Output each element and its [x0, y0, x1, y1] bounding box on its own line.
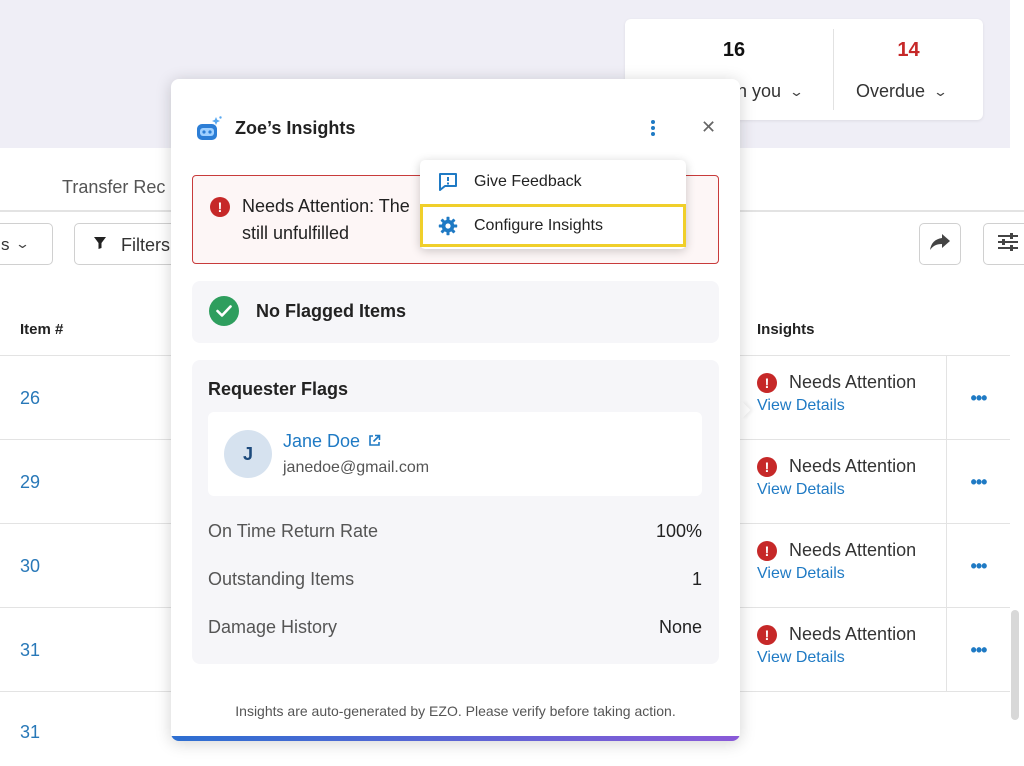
requester-name: Jane Doe: [283, 431, 361, 451]
robot-logo-icon: [195, 115, 223, 143]
tab-transfer-requests[interactable]: Transfer Rec: [62, 177, 165, 198]
more-options-icon[interactable]: •••: [946, 524, 1010, 608]
stat-overdue-dropdown[interactable]: Overdue ⌄: [856, 81, 949, 102]
filter-icon: [93, 236, 107, 253]
stat-label: Damage History: [208, 617, 338, 637]
view-details-link[interactable]: View Details: [757, 481, 916, 499]
chevron-down-icon: ⌄: [932, 83, 949, 99]
more-options-icon[interactable]: •••: [946, 608, 1010, 692]
close-icon[interactable]: ✕: [701, 117, 716, 138]
item-number-link[interactable]: 26: [20, 388, 40, 409]
requester-flags-card: Requester Flags J Jane Doe janedoe@gmail…: [192, 360, 719, 664]
chevron-down-icon: ⌄: [14, 236, 31, 251]
insight-status: Needs Attention: [789, 624, 917, 644]
alert-text: Needs Attention: The still unfulfilled: [242, 196, 410, 243]
stat-row-on-time: On Time Return Rate 100%: [208, 521, 702, 542]
alert-icon: !: [757, 456, 777, 477]
insights-options-menu: Give Feedback Configure Insights: [420, 160, 686, 249]
insight-status: Needs Attention: [789, 456, 917, 476]
scrollbar[interactable]: [1011, 610, 1019, 720]
menu-item-label: Configure Insights: [474, 216, 603, 234]
alert-icon: !: [210, 197, 230, 217]
alert-icon: !: [757, 540, 777, 561]
item-number-link[interactable]: 30: [20, 556, 40, 577]
insight-status: Needs Attention: [789, 372, 917, 392]
gear-icon: [438, 216, 458, 236]
stat-overdue-count: 14: [897, 39, 920, 61]
stat-label: Outstanding Items: [208, 569, 355, 589]
column-header-item[interactable]: Item #: [20, 321, 63, 338]
more-options-icon[interactable]: •••: [946, 440, 1010, 524]
feedback-icon: [438, 172, 458, 192]
item-number-link[interactable]: 31: [20, 640, 40, 661]
requester-email: janedoe@gmail.com: [283, 459, 430, 476]
alert-icon: !: [757, 624, 777, 645]
stat-value: 100%: [655, 521, 702, 541]
stat-row-outstanding: Outstanding Items 1: [208, 569, 702, 590]
chevron-down-icon: ⌄: [788, 83, 805, 99]
flagged-items-card: No Flagged Items: [192, 281, 719, 343]
panel-title: Zoe’s Insights: [235, 118, 356, 138]
external-link-icon: [368, 431, 381, 452]
stat-value: None: [658, 617, 702, 637]
insight-status: Needs Attention: [789, 540, 917, 560]
menu-item-give-feedback[interactable]: Give Feedback: [420, 160, 686, 203]
flagged-items-label: No Flagged Items: [256, 301, 407, 321]
view-details-link[interactable]: View Details: [757, 565, 916, 583]
item-number-link[interactable]: 31: [20, 722, 40, 743]
gradient-bar: [171, 736, 740, 741]
stat-overdue-label: Overdue: [856, 81, 926, 101]
more-options-icon[interactable]: •••: [946, 356, 1010, 440]
share-arrow-icon: [929, 233, 951, 256]
insights-cell: ! Needs Attention View Details: [757, 624, 916, 667]
stat-assigned-label: n you: [737, 81, 782, 101]
stat-assigned-dropdown[interactable]: n you ⌄: [737, 81, 805, 102]
requester-name-link[interactable]: Jane Doe: [283, 431, 381, 452]
stat-overdue[interactable]: 14 Overdue ⌄: [833, 29, 983, 110]
view-details-link[interactable]: View Details: [757, 649, 916, 667]
item-number-link[interactable]: 29: [20, 472, 40, 493]
kebab-menu-icon[interactable]: [647, 117, 659, 139]
stat-value: 1: [691, 569, 702, 589]
insights-cell: ! Needs Attention View Details: [757, 540, 916, 583]
requester-flags-title: Requester Flags: [208, 379, 349, 399]
menu-item-configure-insights[interactable]: Configure Insights: [420, 204, 686, 247]
filters-label: Filters: [121, 235, 170, 255]
alert-icon: !: [757, 372, 777, 393]
insights-cell: ! Needs Attention View Details: [757, 372, 916, 415]
view-dropdown-label: s: [1, 235, 10, 254]
stat-row-damage: Damage History None: [208, 617, 702, 638]
share-button[interactable]: [919, 223, 961, 265]
column-settings-button[interactable]: [983, 223, 1024, 265]
disclaimer-text: Insights are auto-generated by EZO. Plea…: [235, 703, 676, 719]
sliders-icon: [997, 232, 1019, 257]
stat-label: On Time Return Rate: [208, 521, 379, 541]
view-dropdown-button[interactable]: s ⌄: [0, 223, 53, 265]
requester-user: J Jane Doe janedoe@gmail.com: [208, 412, 702, 496]
insights-cell: ! Needs Attention View Details: [757, 456, 916, 499]
stat-assigned-count: 16: [722, 39, 746, 61]
menu-item-label: Give Feedback: [474, 172, 582, 190]
column-header-insights[interactable]: Insights: [757, 321, 815, 338]
check-circle-icon: [209, 296, 239, 326]
view-details-link[interactable]: View Details: [757, 397, 916, 415]
avatar: J: [224, 430, 272, 478]
